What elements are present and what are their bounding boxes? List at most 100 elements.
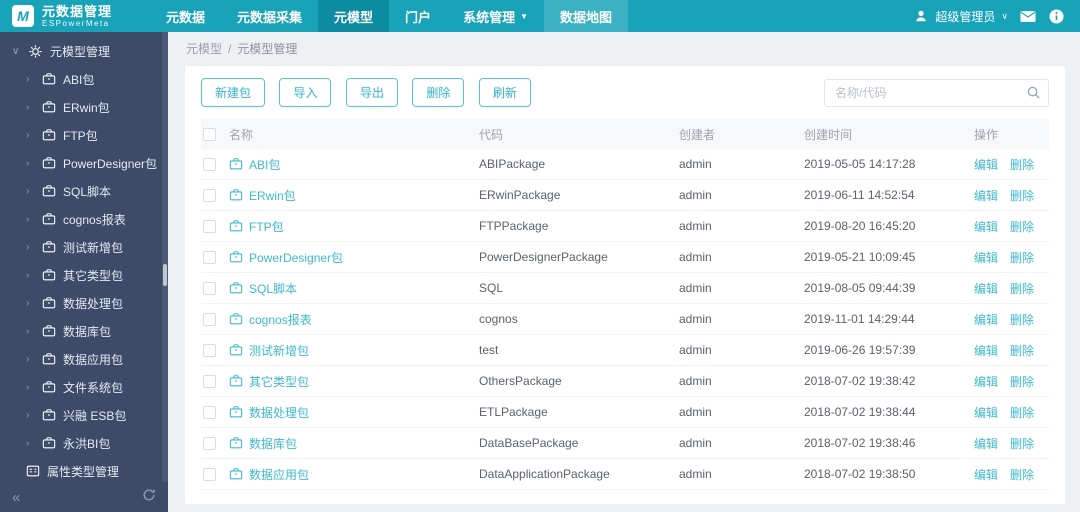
package-created-time: 2019-08-05 09:44:39 xyxy=(804,281,916,295)
row-checkbox[interactable] xyxy=(203,219,216,233)
toolbar-button[interactable]: 新建包 xyxy=(201,78,266,107)
row-checkbox[interactable] xyxy=(203,405,216,419)
collapse-sidebar-icon[interactable]: « xyxy=(12,489,20,506)
package-name-link[interactable]: SQL脚本 xyxy=(229,280,479,297)
search-icon[interactable] xyxy=(1026,85,1041,105)
package-code: test xyxy=(479,343,499,357)
toolbar-button[interactable]: 删除 xyxy=(412,78,465,107)
select-all-checkbox[interactable] xyxy=(203,127,216,141)
sidebar-package-item[interactable]: › ABI包 xyxy=(0,65,168,93)
sidebar-package-item[interactable]: › cognos报表 xyxy=(0,205,168,233)
info-icon[interactable] xyxy=(1048,8,1064,24)
delete-link[interactable]: 删除 xyxy=(1010,249,1034,266)
app-subtitle: ESPowerMeta xyxy=(42,18,110,28)
edit-link[interactable]: 编辑 xyxy=(974,311,998,328)
search-input[interactable] xyxy=(824,78,1049,107)
sidebar-item-label: 数据应用包 xyxy=(63,352,124,367)
edit-link[interactable]: 编辑 xyxy=(974,187,998,204)
sidebar-package-item[interactable]: › 测试新增包 xyxy=(0,233,168,261)
user-menu[interactable]: 超级管理员 ∨ xyxy=(913,8,1008,25)
edit-link[interactable]: 编辑 xyxy=(974,156,998,173)
toolbar-button[interactable]: 刷新 xyxy=(478,78,531,107)
delete-link[interactable]: 删除 xyxy=(1010,342,1034,359)
sidebar-item-meta-model-management[interactable]: ∨ 元模型管理 xyxy=(0,37,168,65)
package-name-link[interactable]: 数据库包 xyxy=(229,435,479,452)
mail-icon[interactable] xyxy=(1020,8,1036,24)
chevron-right-icon: › xyxy=(26,353,30,365)
sidebar-package-item[interactable]: › 数据应用包 xyxy=(0,345,168,373)
row-checkbox[interactable] xyxy=(203,281,216,295)
edit-link[interactable]: 编辑 xyxy=(974,218,998,235)
sidebar-package-item[interactable]: › 文件系统包 xyxy=(0,373,168,401)
nav-item[interactable]: 元模型 ▼ xyxy=(318,0,390,32)
sidebar-package-item[interactable]: › 兴融 ESB包 xyxy=(0,401,168,429)
package-name-link[interactable]: 数据应用包 xyxy=(229,466,479,483)
sidebar-package-item[interactable]: › 其它类型包 xyxy=(0,261,168,289)
column-header-code: 代码 xyxy=(479,127,504,142)
package-name-link[interactable]: 数据处理包 xyxy=(229,404,479,421)
sidebar-package-item[interactable]: › SQL脚本 xyxy=(0,177,168,205)
edit-link[interactable]: 编辑 xyxy=(974,342,998,359)
row-checkbox[interactable] xyxy=(203,188,216,202)
row-checkbox[interactable] xyxy=(203,157,216,171)
sidebar-package-item[interactable]: › 数据库包 xyxy=(0,317,168,345)
edit-link[interactable]: 编辑 xyxy=(974,373,998,390)
delete-link[interactable]: 删除 xyxy=(1010,435,1034,452)
toolbar-button[interactable]: 导出 xyxy=(345,78,398,107)
nav-item[interactable]: 数据地图 ▼ xyxy=(544,0,629,32)
delete-link[interactable]: 删除 xyxy=(1010,156,1034,173)
package-name-link[interactable]: FTP包 xyxy=(229,218,479,235)
delete-link[interactable]: 删除 xyxy=(1010,187,1034,204)
row-checkbox[interactable] xyxy=(203,374,216,388)
main-nav: 元数据 ▼ 元数据采集 ▼ 元模型 ▼ 门户 ▼ 系统管理 ▼ xyxy=(150,0,629,32)
toolbar-button[interactable]: 导入 xyxy=(279,78,332,107)
package-created-time: 2018-07-02 19:38:44 xyxy=(804,405,916,419)
sidebar-item-attribute-type-management[interactable]: 属性类型管理 xyxy=(0,457,168,482)
briefcase-icon xyxy=(42,437,56,449)
sidebar-package-item[interactable]: › ERwin包 xyxy=(0,93,168,121)
sidebar-scrollbar-thumb[interactable] xyxy=(163,264,167,286)
package-name-link[interactable]: PowerDesigner包 xyxy=(229,249,479,266)
sidebar-package-item[interactable]: › PowerDesigner包 xyxy=(0,149,168,177)
nav-item[interactable]: 系统管理 ▼ xyxy=(447,0,544,32)
row-checkbox[interactable] xyxy=(203,343,216,357)
delete-link[interactable]: 删除 xyxy=(1010,311,1034,328)
delete-link[interactable]: 删除 xyxy=(1010,218,1034,235)
package-name-link[interactable]: ERwin包 xyxy=(229,187,479,204)
briefcase-icon xyxy=(42,353,56,365)
refresh-icon[interactable] xyxy=(142,488,156,506)
edit-link[interactable]: 编辑 xyxy=(974,249,998,266)
sidebar-item-label: 数据库包 xyxy=(63,324,112,339)
breadcrumb-parent[interactable]: 元模型 xyxy=(186,40,222,57)
sidebar-item-label: ABI包 xyxy=(63,72,95,87)
row-checkbox[interactable] xyxy=(203,436,216,450)
nav-item[interactable]: 门户 ▼ xyxy=(389,0,447,32)
delete-link[interactable]: 删除 xyxy=(1010,280,1034,297)
edit-link[interactable]: 编辑 xyxy=(974,280,998,297)
app-title: 元数据管理 xyxy=(42,3,113,19)
table-row: 数据处理包 ETLPackage admin 2018-07-02 19:38:… xyxy=(201,397,1049,428)
edit-link[interactable]: 编辑 xyxy=(974,435,998,452)
sidebar-package-item[interactable]: › 数据处理包 xyxy=(0,289,168,317)
package-code: FTPPackage xyxy=(479,219,549,233)
nav-item[interactable]: 元数据 ▼ xyxy=(150,0,221,32)
row-checkbox[interactable] xyxy=(203,467,216,481)
sidebar-item-label: ERwin包 xyxy=(63,100,110,115)
package-name-link[interactable]: ABI包 xyxy=(229,156,479,173)
row-checkbox[interactable] xyxy=(203,312,216,326)
sidebar-package-item[interactable]: › 永洪BI包 xyxy=(0,429,168,457)
edit-link[interactable]: 编辑 xyxy=(974,404,998,421)
column-header-ops: 操作 xyxy=(974,127,999,142)
row-checkbox[interactable] xyxy=(203,250,216,264)
nav-item[interactable]: 元数据采集 ▼ xyxy=(221,0,318,32)
package-name-link[interactable]: 其它类型包 xyxy=(229,373,479,390)
delete-link[interactable]: 删除 xyxy=(1010,466,1034,483)
edit-link[interactable]: 编辑 xyxy=(974,466,998,483)
delete-link[interactable]: 删除 xyxy=(1010,373,1034,390)
package-name-link[interactable]: 测试新增包 xyxy=(229,342,479,359)
briefcase-icon xyxy=(42,241,56,253)
delete-link[interactable]: 删除 xyxy=(1010,404,1034,421)
package-name-link[interactable]: cognos报表 xyxy=(229,311,479,328)
briefcase-icon xyxy=(229,313,243,325)
sidebar-package-item[interactable]: › FTP包 xyxy=(0,121,168,149)
